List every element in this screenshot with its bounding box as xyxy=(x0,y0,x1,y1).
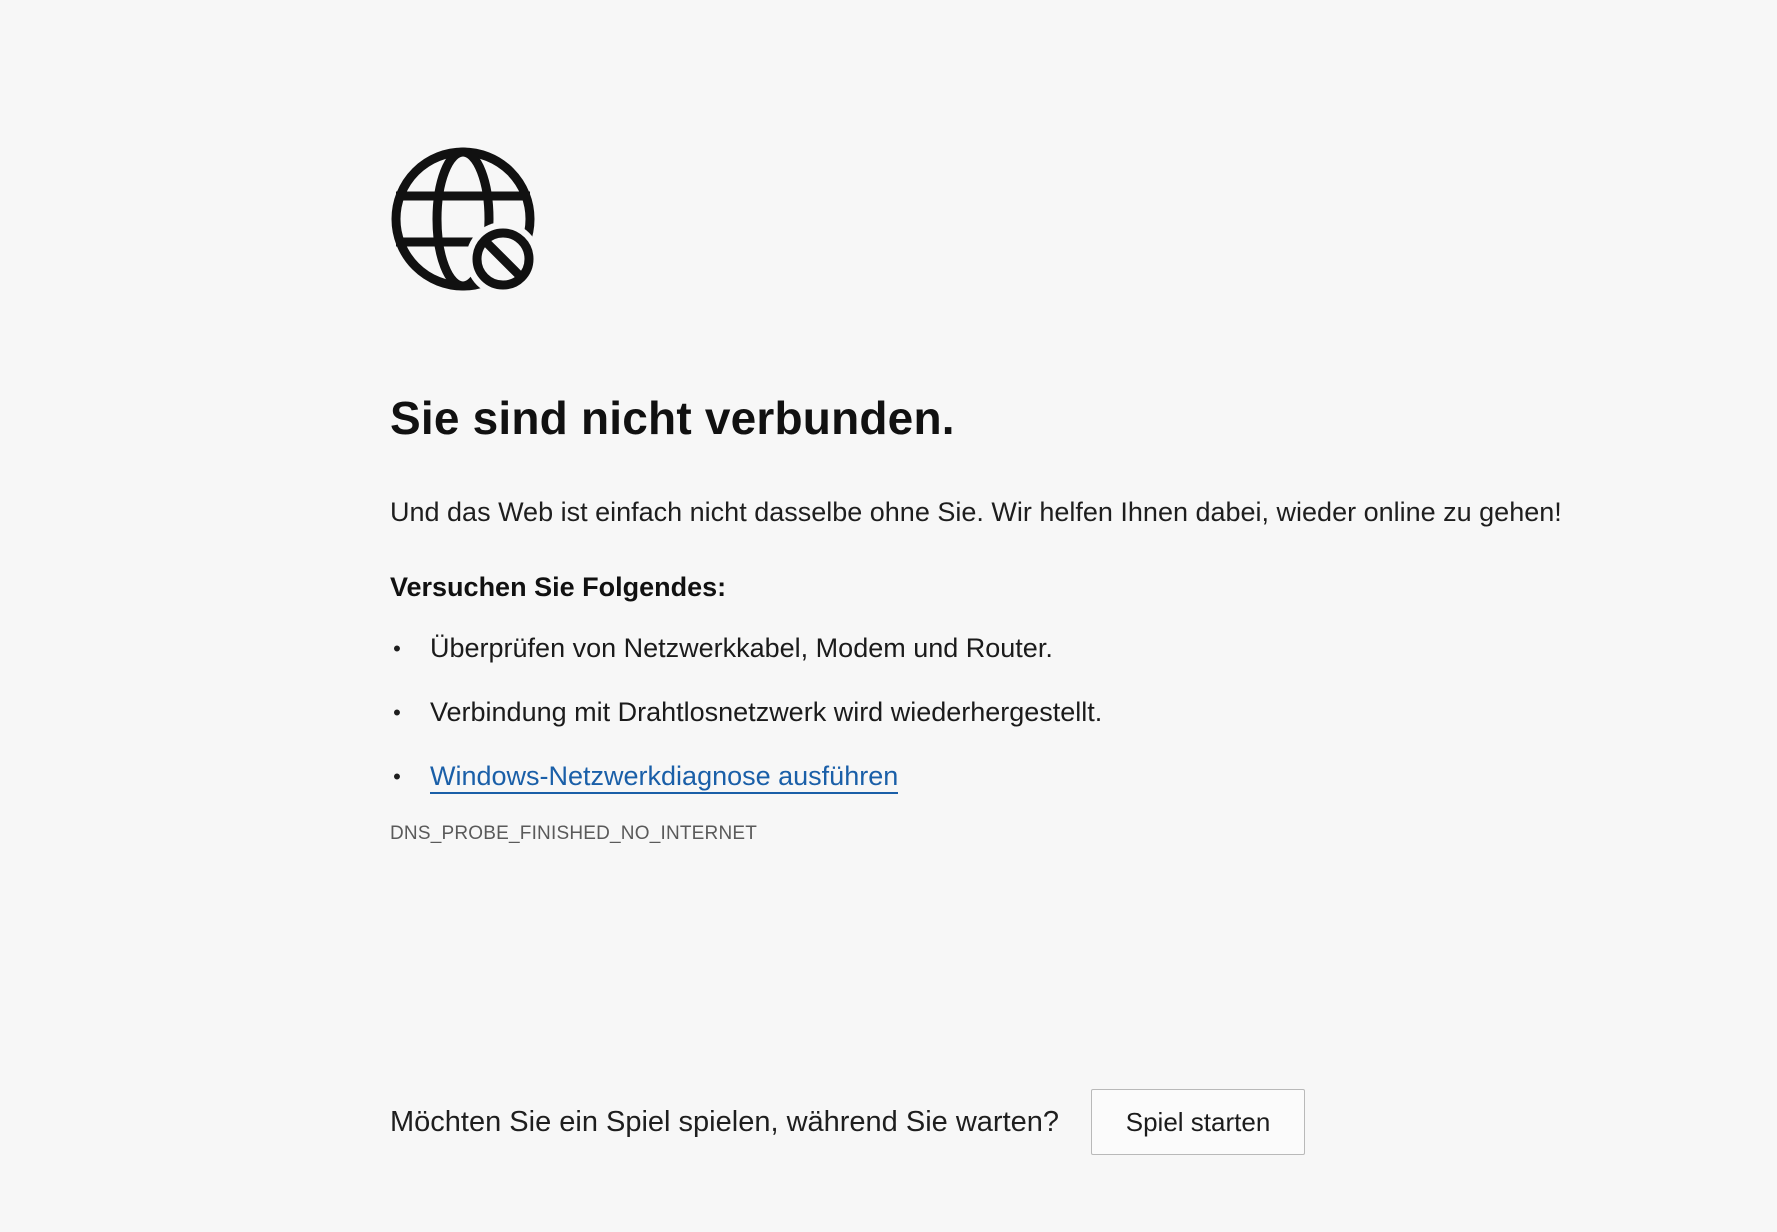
page-title: Sie sind nicht verbunden. xyxy=(390,392,955,444)
page-subtitle: Und das Web ist einfach nicht dasselbe o… xyxy=(390,496,1562,527)
suggestions-list: • Überprüfen von Netzwerkkabel, Modem un… xyxy=(390,631,1690,795)
globe-blocked-icon xyxy=(391,147,535,291)
bullet-icon: • xyxy=(393,636,401,662)
error-page: Sie sind nicht verbunden. Und das Web is… xyxy=(0,0,1777,1232)
error-code: DNS_PROBE_FINISHED_NO_INTERNET xyxy=(390,823,758,845)
bullet-icon: • xyxy=(393,764,401,790)
error-content: Sie sind nicht verbunden. Und das Web is… xyxy=(390,146,1690,845)
game-prompt: Möchten Sie ein Spiel spielen, während S… xyxy=(390,1089,1306,1155)
suggestion-check-cables: • Überprüfen von Netzwerkkabel, Modem un… xyxy=(390,631,1690,666)
network-diagnostics-link[interactable]: Windows-Netzwerkdiagnose ausführen xyxy=(430,761,899,795)
suggestions-heading: Versuchen Sie Folgendes: xyxy=(390,571,727,602)
bullet-icon: • xyxy=(393,700,401,726)
suggestion-label: Überprüfen von Netzwerkkabel, Modem und … xyxy=(430,633,1053,664)
game-question: Möchten Sie ein Spiel spielen, während S… xyxy=(390,1105,1060,1138)
suggestion-run-diagnostics: • Windows-Netzwerkdiagnose ausführen xyxy=(390,759,1690,795)
start-game-button[interactable]: Spiel starten xyxy=(1091,1089,1306,1155)
suggestion-reconnect-wifi: • Verbindung mit Drahtlosnetzwerk wird w… xyxy=(390,695,1690,730)
suggestion-label: Verbindung mit Drahtlosnetzwerk wird wie… xyxy=(430,697,1103,728)
